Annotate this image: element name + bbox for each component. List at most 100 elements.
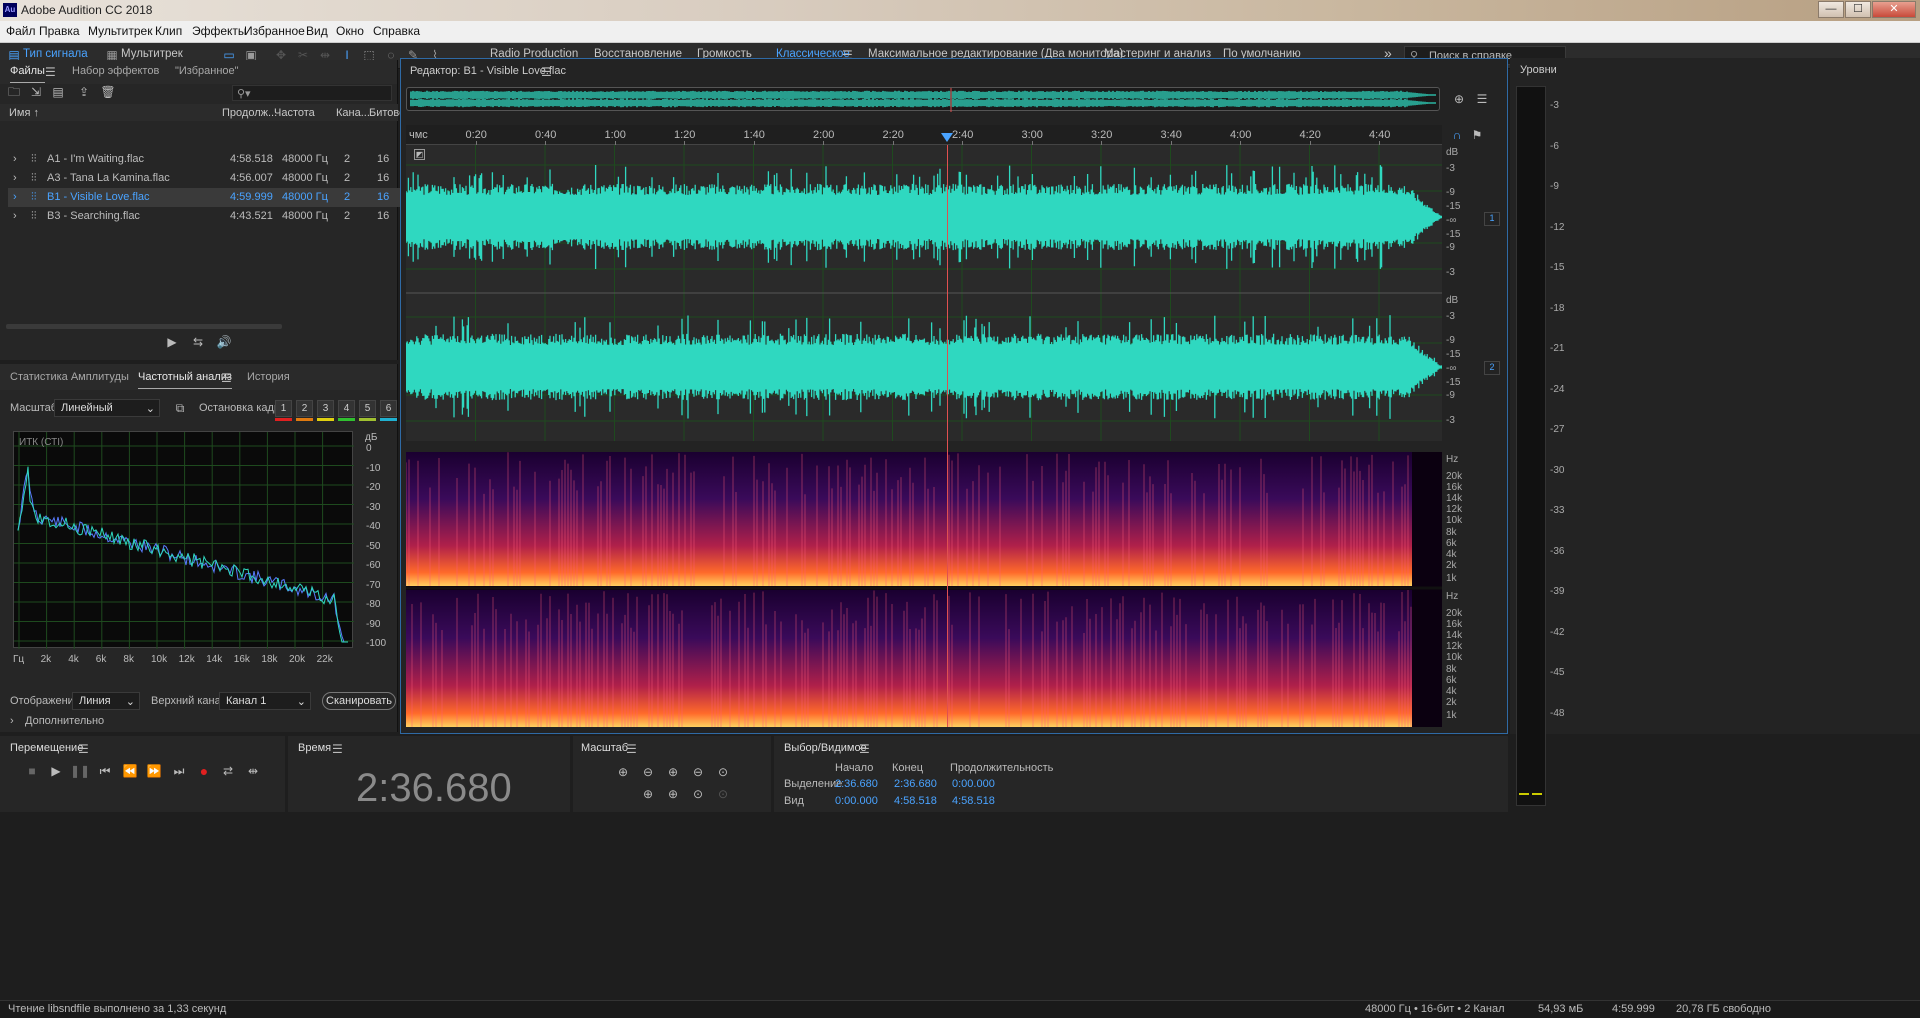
open-file-icon[interactable]: 🗀 — [4, 82, 24, 102]
zoom-to-selection-icon[interactable]: ⊕ — [1449, 89, 1469, 109]
selection-duration[interactable]: 0:00.000 — [952, 778, 995, 790]
files-search-input[interactable]: ⚲▾ — [232, 85, 392, 101]
selection-start[interactable]: 2:36.680 — [835, 778, 878, 790]
tab-amplitude-stats[interactable]: Статистика Амплитуды — [10, 371, 129, 383]
freeze-slot[interactable]: 2 — [296, 400, 313, 417]
freeze-slot[interactable]: 1 — [275, 400, 292, 417]
time-menu-icon[interactable]: ☰ — [332, 742, 343, 756]
camera-icon[interactable]: ⧉ — [170, 398, 190, 418]
freeze-slot[interactable]: 5 — [359, 400, 376, 417]
to-end-icon[interactable]: ⏭ — [169, 761, 189, 781]
to-start-icon[interactable]: ⏮ — [95, 761, 115, 781]
expand-icon[interactable]: › — [13, 172, 17, 184]
expand-icon[interactable]: › — [13, 153, 17, 165]
import-file-icon[interactable]: ⇲ — [26, 82, 46, 102]
zoom-all-icon[interactable]: ⊙ — [713, 784, 733, 804]
files-menu-icon[interactable]: ☰ — [45, 65, 56, 79]
editor-menu-icon[interactable]: ☰ — [541, 65, 552, 79]
channel-1-badge[interactable]: 1 — [1484, 212, 1500, 226]
db-tick: -70 — [366, 579, 381, 591]
playhead[interactable] — [940, 133, 953, 727]
time-display[interactable]: 2:36.680 — [356, 766, 512, 811]
insert-multitrack-icon[interactable]: ⇪ — [74, 82, 94, 102]
loop-icon[interactable]: ⇄ — [218, 761, 238, 781]
tab-frequency-analysis[interactable]: Частотный анализ — [138, 371, 232, 389]
timeline-ruler[interactable]: чмс — [406, 125, 1442, 145]
waveform-area[interactable]: ◩ — [406, 145, 1442, 441]
menu-effects[interactable]: Эффекты — [192, 24, 247, 38]
autoplay-icon[interactable]: 🔊 — [214, 332, 234, 352]
zoom-selection-icon[interactable]: ⊙ — [688, 784, 708, 804]
track-list-icon[interactable]: ☰ — [1472, 89, 1492, 109]
tab-favorites[interactable]: "Избранное" — [175, 65, 239, 77]
hud-toggle-icon[interactable]: ◩ — [414, 149, 425, 160]
display-select[interactable]: Линия ⌄ — [72, 692, 140, 710]
minimize-button[interactable]: — — [1818, 1, 1844, 18]
expand-icon[interactable]: › — [10, 715, 14, 727]
waveform-view-button[interactable]: Тип сигнала — [23, 48, 88, 60]
col-duration[interactable]: Продолж... — [222, 107, 277, 119]
view-duration[interactable]: 4:58.518 — [952, 795, 995, 807]
col-rate[interactable]: Частота — [274, 107, 315, 119]
play-preview-icon[interactable]: ▶ — [162, 332, 182, 352]
menu-help[interactable]: Справка — [373, 24, 420, 38]
expand-icon[interactable]: › — [13, 210, 17, 222]
freeze-slot[interactable]: 3 — [317, 400, 334, 417]
zoom-out-full-icon[interactable]: ⊙ — [713, 762, 733, 782]
spectrum-plot — [14, 432, 354, 649]
snap-icon[interactable]: ∩ — [1447, 125, 1467, 145]
freeze-slot[interactable]: 6 — [380, 400, 397, 417]
new-file-icon[interactable]: ▤ — [48, 82, 68, 102]
tab-effects-rack[interactable]: Набор эффектов — [72, 65, 159, 77]
selection-menu-icon[interactable]: ☰ — [859, 742, 870, 756]
pause-icon[interactable]: ❚❚ — [70, 761, 90, 781]
menu-favorites[interactable]: Избранное — [244, 24, 305, 38]
fast-forward-icon[interactable]: ⏩ — [144, 761, 164, 781]
delete-icon[interactable]: 🗑 — [98, 82, 118, 102]
maximize-button[interactable]: ☐ — [1845, 1, 1871, 18]
scan-button[interactable]: Сканировать — [322, 692, 396, 710]
hz-tick: 1k — [1446, 710, 1457, 721]
zoom-in-amplitude-icon[interactable]: ⊕ — [613, 762, 633, 782]
analysis-menu-icon[interactable]: ☰ — [221, 371, 232, 385]
zoom-in-time-icon[interactable]: ⊕ — [663, 762, 683, 782]
menu-view[interactable]: Вид — [306, 24, 328, 38]
top-channel-select[interactable]: Канал 1 ⌄ — [219, 692, 311, 710]
zoom-out-time-icon[interactable]: ⊖ — [688, 762, 708, 782]
playhead-handle[interactable] — [940, 133, 953, 142]
scale-select[interactable]: Линейный ⌄ — [54, 399, 160, 417]
play-icon[interactable]: ▶ — [46, 761, 66, 781]
channel-2-badge[interactable]: 2 — [1484, 361, 1500, 375]
overview-bar[interactable] — [406, 87, 1440, 112]
transport-menu-icon[interactable]: ☰ — [78, 742, 89, 756]
rewind-icon[interactable]: ⏪ — [120, 761, 140, 781]
view-end[interactable]: 4:58.518 — [894, 795, 937, 807]
marker-icon[interactable]: ⚑ — [1467, 125, 1487, 145]
zoom-out-amplitude-icon[interactable]: ⊖ — [638, 762, 658, 782]
expand-icon[interactable]: › — [13, 191, 17, 203]
record-icon[interactable]: ● — [194, 761, 214, 781]
menu-multitrack[interactable]: Мультитрек — [88, 24, 152, 38]
menu-clip[interactable]: Клип — [155, 24, 182, 38]
tab-history[interactable]: История — [247, 371, 290, 383]
menu-edit[interactable]: Правка — [39, 24, 80, 38]
zoom-in-left-icon[interactable]: ⊕ — [638, 784, 658, 804]
advanced-toggle[interactable]: Дополнительно — [25, 715, 104, 727]
loop-preview-icon[interactable]: ⇆ — [188, 332, 208, 352]
zoom-in-right-icon[interactable]: ⊕ — [663, 784, 683, 804]
stop-icon[interactable]: ■ — [22, 761, 42, 781]
freeze-slot[interactable]: 4 — [338, 400, 355, 417]
files-scrollbar[interactable] — [6, 324, 282, 329]
col-channels[interactable]: Кана... — [336, 107, 370, 119]
zoom-menu-icon[interactable]: ☰ — [626, 742, 637, 756]
close-button[interactable]: ✕ — [1872, 1, 1916, 18]
col-name[interactable]: Имя ↑ — [9, 107, 39, 119]
menu-window[interactable]: Окно — [336, 24, 364, 38]
menu-file[interactable]: Файл — [6, 24, 36, 38]
skip-selection-icon[interactable]: ⇹ — [243, 761, 263, 781]
multitrack-view-button[interactable]: Мультитрек — [121, 48, 183, 60]
spectral-area[interactable] — [406, 452, 1442, 727]
selection-end[interactable]: 2:36.680 — [894, 778, 937, 790]
view-start[interactable]: 0:00.000 — [835, 795, 878, 807]
tab-files[interactable]: Файлы — [10, 65, 45, 83]
